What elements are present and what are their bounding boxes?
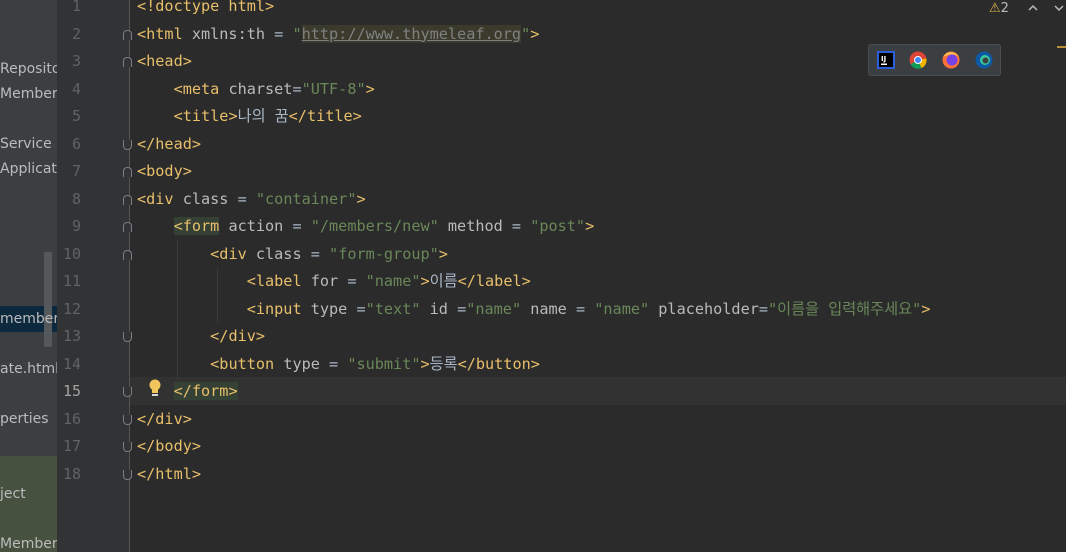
- code-line-8[interactable]: <div class = "container">: [137, 186, 366, 214]
- code-line-11[interactable]: <label for = "name">이름</label>: [137, 268, 531, 296]
- line-number: 6: [71, 134, 81, 153]
- line-number-current: 15: [62, 382, 81, 400]
- project-panel: Repositor MemberF Service Applicat membe…: [0, 0, 57, 552]
- line-number: 11: [62, 272, 81, 290]
- fold-marker-icon[interactable]: [123, 415, 132, 425]
- intellij-icon[interactable]: IJ: [877, 51, 895, 69]
- code-line-4[interactable]: <meta charset="UTF-8">: [137, 76, 375, 104]
- code-line-2[interactable]: <html xmlns:th = "http://www.thymeleaf.o…: [137, 21, 539, 49]
- warning-icon: ⚠: [989, 1, 1001, 16]
- project-item[interactable]: MemberF: [0, 86, 57, 102]
- code-line-15[interactable]: </form>: [137, 378, 238, 406]
- fold-marker-icon[interactable]: [123, 30, 132, 40]
- code-line-18[interactable]: </html>: [137, 461, 201, 489]
- line-number: 5: [71, 107, 81, 125]
- code-line-9[interactable]: <form action = "/members/new" method = "…: [137, 213, 594, 241]
- chevron-down-icon: [1054, 5, 1064, 12]
- code-line-13[interactable]: </div>: [137, 323, 265, 351]
- line-number: 16: [62, 409, 81, 428]
- line-number: 1: [71, 0, 81, 15]
- project-item[interactable]: ject: [0, 486, 26, 502]
- code-line-16[interactable]: </div>: [137, 406, 192, 434]
- project-item[interactable]: Service: [0, 136, 52, 152]
- code-line-12[interactable]: <input type ="text" id ="name" name = "n…: [137, 296, 931, 324]
- line-number: 12: [62, 299, 81, 318]
- fold-marker-icon[interactable]: [123, 57, 132, 67]
- svg-text:IJ: IJ: [881, 55, 886, 63]
- current-line-highlight: [130, 377, 1066, 405]
- code-line-7[interactable]: <body>: [137, 158, 192, 186]
- project-item[interactable]: perties: [0, 411, 49, 427]
- previous-highlight-button[interactable]: [1027, 0, 1039, 20]
- code-line-1[interactable]: <!doctype html>: [137, 0, 274, 21]
- project-item-selected[interactable]: memberFor: [0, 311, 57, 327]
- scroll-marker[interactable]: [1057, 46, 1066, 48]
- fold-marker-icon[interactable]: [123, 387, 132, 397]
- warning-count: 2: [1000, 1, 1009, 16]
- line-number: 2: [71, 24, 81, 43]
- line-number: 8: [71, 189, 81, 208]
- fold-marker-icon[interactable]: [123, 167, 132, 177]
- line-number: 10: [62, 244, 81, 263]
- line-number: 14: [62, 354, 81, 373]
- next-highlight-button[interactable]: [1053, 0, 1065, 20]
- line-number: 13: [62, 327, 81, 345]
- firefox-icon[interactable]: [942, 51, 960, 69]
- project-item[interactable]: Repositor: [0, 61, 57, 77]
- browser-popup: IJ: [868, 44, 1001, 76]
- code-line-3[interactable]: <head>: [137, 48, 192, 76]
- code-line-6[interactable]: </head>: [137, 131, 201, 159]
- project-item[interactable]: Applicat: [0, 161, 57, 177]
- edge-icon[interactable]: [975, 51, 993, 69]
- chevron-up-icon: [1028, 4, 1038, 11]
- line-number: 18: [62, 464, 81, 483]
- line-number: 9: [71, 217, 81, 235]
- fold-marker-icon[interactable]: [123, 470, 132, 480]
- fold-marker-icon[interactable]: [123, 332, 132, 342]
- code-line-5[interactable]: <title>나의 꿈</title>: [137, 103, 362, 131]
- project-scrollbar[interactable]: [44, 252, 52, 347]
- chrome-icon[interactable]: [909, 51, 927, 69]
- line-number: 3: [71, 52, 81, 70]
- url-link[interactable]: http://www.thymeleaf.org: [301, 24, 522, 43]
- fold-marker-icon[interactable]: [123, 195, 132, 205]
- fold-marker-icon[interactable]: [123, 250, 132, 260]
- project-item[interactable]: ate.html: [0, 361, 57, 377]
- project-item[interactable]: MemberF: [0, 536, 57, 552]
- code-line-17[interactable]: </body>: [137, 433, 201, 461]
- fold-marker-icon[interactable]: [123, 222, 132, 232]
- line-number: 7: [71, 162, 81, 180]
- code-line-14[interactable]: <button type = "submit">등록</button>: [137, 351, 540, 379]
- fold-marker-icon[interactable]: [123, 442, 132, 452]
- line-number: 17: [62, 437, 81, 455]
- code-line-10[interactable]: <div class = "form-group">: [137, 241, 448, 269]
- line-number: 4: [71, 79, 81, 98]
- fold-marker-icon[interactable]: [123, 140, 132, 150]
- inspection-widget[interactable]: ⚠2: [989, 1, 1009, 16]
